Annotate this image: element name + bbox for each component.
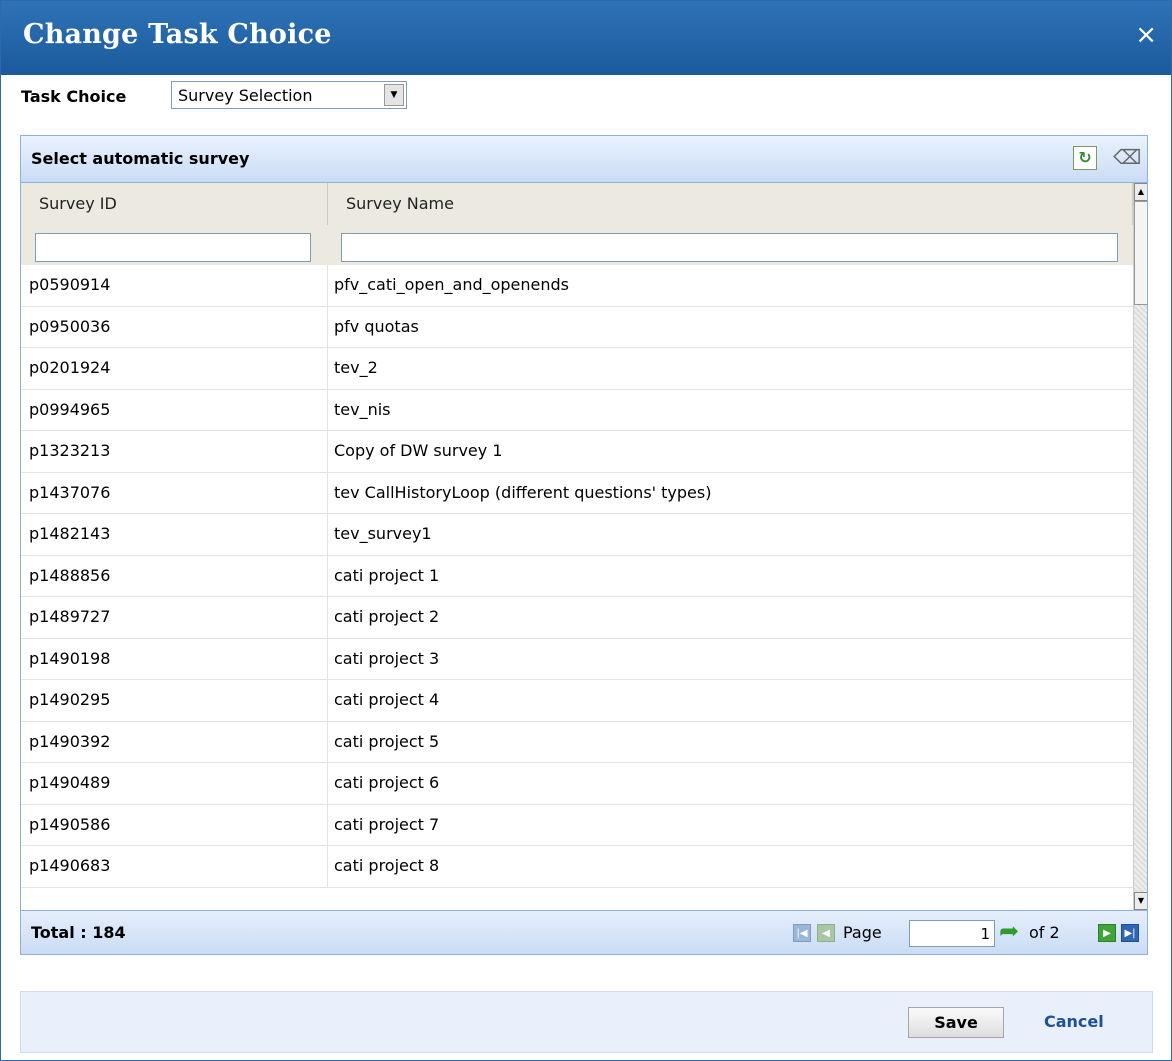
- table-row[interactable]: p1490683 cati project 8: [21, 846, 1133, 888]
- survey-id-cell: p1482143: [29, 524, 111, 543]
- survey-name-cell: cati project 2: [334, 607, 440, 626]
- survey-grid: Select automatic survey ↻ ⌫ Survey ID Su…: [20, 135, 1148, 955]
- survey-id-cell: p1490489: [29, 773, 111, 792]
- survey-name-filter-input[interactable]: [341, 233, 1118, 262]
- table-row[interactable]: p1490489 cati project 6: [21, 763, 1133, 805]
- survey-id-cell: p1490295: [29, 690, 111, 709]
- survey-id-cell: p1488856: [29, 565, 111, 585]
- survey-name-cell: pfv_cati_open_and_openends: [334, 275, 570, 294]
- survey-name-cell: Copy of DW survey 1: [334, 441, 503, 460]
- survey-name-cell: cati project 4: [334, 690, 440, 709]
- total-count: Total : 184: [31, 923, 126, 942]
- chevron-down-icon[interactable]: ▼: [384, 84, 404, 106]
- survey-id-cell: p0994965: [29, 399, 111, 419]
- survey-name-cell: pfv quotas: [334, 316, 419, 336]
- scroll-down-icon[interactable]: ▼: [1134, 892, 1147, 910]
- survey-name-cell: tev CallHistoryLoop (different questions…: [334, 482, 712, 502]
- survey-id-cell: p1489727: [29, 607, 111, 626]
- dialog-title: Change Task Choice: [23, 19, 332, 50]
- column-header-survey-id[interactable]: Survey ID: [21, 183, 328, 225]
- go-arrow-icon[interactable]: ➦: [999, 917, 1019, 945]
- table-row[interactable]: p1323213 Copy of DW survey 1: [21, 431, 1133, 473]
- table-row[interactable]: p0950036 pfv quotas: [21, 306, 1133, 348]
- table-row[interactable]: p1437076 tev CallHistoryLoop (different q…: [21, 472, 1133, 514]
- table-row[interactable]: p1490295 cati project 4: [21, 680, 1133, 722]
- survey-id-cell: p1490198: [29, 648, 111, 668]
- column-header-survey-name[interactable]: Survey Name: [328, 183, 1133, 225]
- survey-name-cell: cati project 7: [334, 814, 440, 834]
- grid-title: Select automatic survey: [31, 149, 250, 168]
- grid-rows: p0590914 pfv_cati_open_and_openends p0950…: [21, 265, 1133, 888]
- refresh-icon[interactable]: ↻: [1073, 146, 1097, 170]
- filter-row: [21, 225, 1133, 265]
- survey-id-filter-input[interactable]: [35, 233, 311, 262]
- table-row[interactable]: p0201924 tev_2: [21, 348, 1133, 390]
- table-row[interactable]: p0590914 pfv_cati_open_and_openends: [21, 265, 1133, 307]
- close-icon[interactable]: ×: [1135, 19, 1157, 51]
- table-row[interactable]: p1489727 cati project 2: [21, 597, 1133, 639]
- table-row[interactable]: p1490198 cati project 3: [21, 638, 1133, 680]
- dialog-title-bar: Change Task Choice ×: [1, 1, 1171, 75]
- next-page-icon[interactable]: ▶: [1098, 924, 1116, 942]
- survey-name-cell: cati project 3: [334, 648, 440, 668]
- task-choice-selected-value: Survey Selection: [178, 86, 313, 105]
- change-task-choice-dialog: Change Task Choice × Task Choice Survey …: [0, 0, 1172, 1061]
- page-of-label: of 2: [1029, 923, 1060, 942]
- grid-footer: Total : 184 |◀ ◀ Page ➦ of 2 ▶ ▶|: [21, 910, 1147, 954]
- cancel-button[interactable]: Cancel: [1044, 1012, 1104, 1031]
- table-row[interactable]: p1482143 tev_survey1: [21, 514, 1133, 556]
- prev-page-icon[interactable]: ◀: [817, 924, 835, 942]
- last-page-icon[interactable]: ▶|: [1121, 924, 1139, 942]
- scroll-up-icon[interactable]: ▲: [1134, 183, 1147, 201]
- column-header-label: Survey ID: [39, 194, 117, 213]
- first-page-icon[interactable]: |◀: [793, 924, 811, 942]
- survey-name-cell: cati project 5: [334, 731, 440, 751]
- table-row[interactable]: p1488856 cati project 1: [21, 555, 1133, 597]
- survey-name-cell: cati project 1: [334, 565, 440, 585]
- page-label: Page: [843, 923, 882, 942]
- survey-id-cell: p1490586: [29, 814, 111, 834]
- table-row[interactable]: p1490392 cati project 5: [21, 721, 1133, 763]
- task-choice-label: Task Choice: [21, 87, 127, 106]
- survey-id-cell: p0590914: [29, 275, 111, 294]
- survey-id-cell: p1437076: [29, 482, 111, 502]
- survey-name-cell: tev_survey1: [334, 524, 432, 543]
- survey-id-cell: p1323213: [29, 441, 111, 460]
- save-button[interactable]: Save: [908, 1007, 1004, 1038]
- column-header-label: Survey Name: [346, 194, 454, 213]
- eraser-icon[interactable]: ⌫: [1113, 146, 1141, 170]
- scroll-thumb[interactable]: [1134, 201, 1147, 305]
- survey-name-cell: tev_nis: [334, 399, 391, 419]
- survey-name-cell: cati project 6: [334, 773, 440, 792]
- table-row[interactable]: p1490586 cati project 7: [21, 804, 1133, 846]
- survey-id-cell: p0950036: [29, 316, 111, 336]
- vertical-scrollbar[interactable]: ▲ ▼: [1133, 183, 1147, 910]
- dialog-button-bar: Save Cancel: [20, 991, 1153, 1053]
- survey-name-cell: tev_2: [334, 358, 378, 377]
- task-choice-select[interactable]: Survey Selection ▼: [171, 81, 407, 109]
- survey-id-cell: p1490683: [29, 856, 111, 875]
- table-row[interactable]: p0994965 tev_nis: [21, 389, 1133, 431]
- survey-id-cell: p1490392: [29, 731, 111, 751]
- survey-name-cell: cati project 8: [334, 856, 440, 875]
- page-number-input[interactable]: [909, 920, 995, 947]
- grid-header: Select automatic survey ↻ ⌫: [21, 136, 1147, 183]
- survey-id-cell: p0201924: [29, 358, 111, 377]
